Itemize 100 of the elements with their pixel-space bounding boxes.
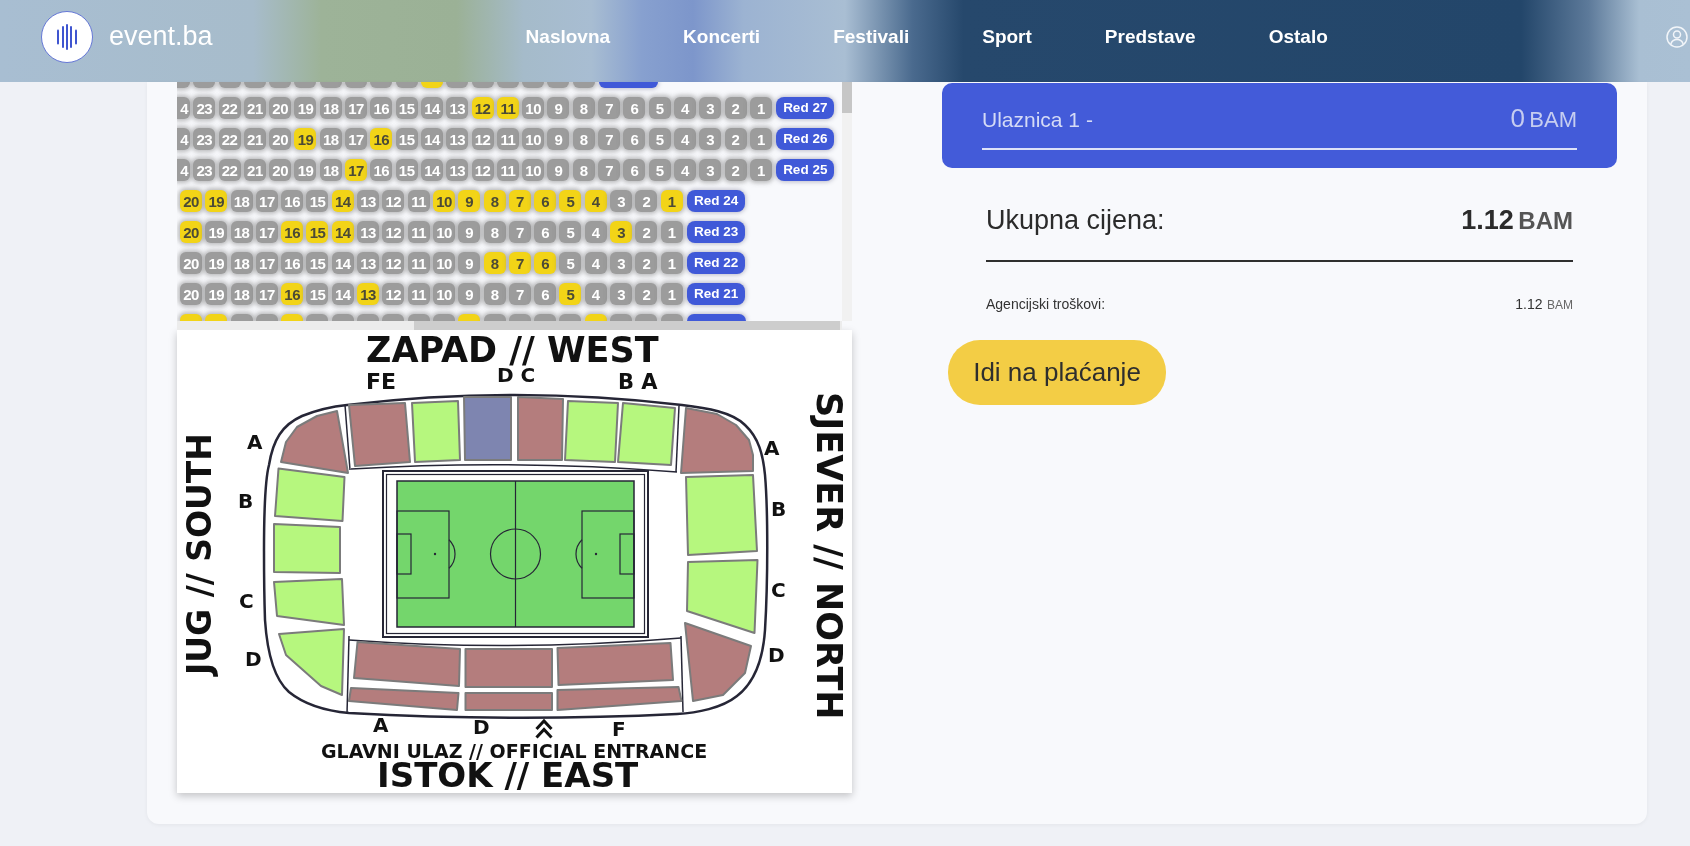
seat[interactable] (395, 82, 418, 88)
seat[interactable] (446, 82, 469, 88)
seat[interactable] (382, 314, 405, 321)
seat[interactable]: 17 (345, 128, 368, 150)
seat[interactable]: 16 (370, 128, 393, 150)
seat[interactable]: 9 (458, 190, 481, 212)
seat[interactable]: 10 (432, 190, 455, 212)
seat[interactable]: 4 (673, 159, 696, 181)
seat[interactable]: 13 (446, 159, 469, 181)
seat[interactable]: 13 (357, 252, 380, 274)
seat[interactable] (522, 82, 545, 88)
seat[interactable]: 12 (382, 252, 405, 274)
seat[interactable] (205, 314, 228, 321)
seat[interactable]: 6 (623, 128, 646, 150)
seat[interactable]: 10 (522, 159, 545, 181)
seat[interactable]: 11 (407, 283, 430, 305)
seat[interactable] (534, 314, 557, 321)
seat[interactable]: 18 (230, 283, 253, 305)
seat[interactable]: 16 (281, 190, 304, 212)
seat[interactable]: 21 (243, 128, 266, 150)
seat[interactable] (407, 314, 430, 321)
seat[interactable]: 7 (508, 190, 531, 212)
seat[interactable]: 5 (648, 97, 671, 119)
seat[interactable]: 6 (623, 97, 646, 119)
seat[interactable]: 18 (230, 221, 253, 243)
seat[interactable] (559, 314, 582, 321)
seat[interactable]: 5 (559, 221, 582, 243)
stand-section[interactable] (280, 410, 349, 474)
nav-link[interactable]: Sport (982, 26, 1032, 48)
seat[interactable]: 16 (281, 283, 304, 305)
seat[interactable] (180, 314, 202, 321)
seat[interactable]: 6 (534, 283, 557, 305)
seat[interactable]: 19 (205, 283, 228, 305)
seat[interactable]: 14 (331, 283, 354, 305)
seat[interactable] (345, 82, 368, 88)
seat[interactable] (458, 314, 481, 321)
seat[interactable] (357, 314, 380, 321)
seat[interactable]: 11 (496, 128, 519, 150)
pay-button[interactable]: Idi na plaćanje (948, 339, 1166, 405)
seat[interactable]: 4 (177, 97, 190, 119)
seat[interactable]: 18 (319, 97, 342, 119)
seat[interactable]: 20 (269, 97, 292, 119)
seat[interactable]: 8 (483, 283, 506, 305)
seat[interactable]: 5 (559, 252, 582, 274)
seat[interactable]: 7 (598, 128, 621, 150)
seat[interactable]: 5 (648, 128, 671, 150)
seat[interactable]: 1 (660, 190, 683, 212)
seat[interactable]: 11 (407, 190, 430, 212)
seat[interactable]: 14 (420, 97, 443, 119)
seat[interactable]: 20 (180, 252, 202, 274)
seat[interactable]: 3 (699, 128, 722, 150)
seat[interactable]: 9 (547, 128, 570, 150)
seat[interactable]: 11 (407, 252, 430, 274)
seat[interactable]: 2 (724, 128, 747, 150)
seat[interactable]: 22 (218, 159, 241, 181)
seat[interactable]: 1 (749, 159, 772, 181)
seat[interactable]: 14 (420, 128, 443, 150)
seat[interactable]: 9 (547, 159, 570, 181)
seat[interactable]: 3 (699, 159, 722, 181)
seat[interactable]: 17 (255, 252, 278, 274)
scrollbar-thumb[interactable] (414, 321, 840, 330)
seat[interactable]: 11 (496, 159, 519, 181)
seat[interactable]: 5 (648, 159, 671, 181)
seat[interactable] (281, 314, 304, 321)
seat[interactable]: 13 (446, 128, 469, 150)
seat[interactable]: 14 (331, 190, 354, 212)
seat[interactable]: 1 (660, 283, 683, 305)
seat[interactable]: 23 (193, 159, 216, 181)
seat[interactable]: 7 (508, 252, 531, 274)
seat[interactable]: 19 (294, 97, 317, 119)
seat[interactable]: 8 (572, 159, 595, 181)
seat[interactable]: 12 (382, 283, 405, 305)
seat[interactable]: 5 (559, 283, 582, 305)
seat[interactable] (243, 82, 266, 88)
seat[interactable]: 20 (180, 190, 202, 212)
vertical-scrollbar[interactable] (842, 82, 852, 321)
seat[interactable]: 2 (635, 190, 658, 212)
seat[interactable] (319, 82, 342, 88)
logo-icon[interactable] (41, 11, 93, 63)
seat[interactable]: 12 (471, 159, 494, 181)
seat[interactable] (306, 314, 329, 321)
seat[interactable] (269, 82, 292, 88)
horizontal-scrollbar[interactable] (177, 321, 842, 330)
brand-name[interactable]: event.ba (109, 22, 213, 52)
seat[interactable] (230, 314, 253, 321)
seat[interactable]: 6 (534, 221, 557, 243)
seat[interactable]: 19 (294, 159, 317, 181)
seat[interactable]: 4 (673, 97, 696, 119)
seat[interactable]: 4 (177, 159, 190, 181)
seat[interactable]: 16 (281, 252, 304, 274)
seat[interactable]: 15 (306, 190, 329, 212)
seat[interactable]: 4 (177, 128, 190, 150)
nav-link[interactable]: Koncerti (683, 26, 761, 48)
seat[interactable]: 17 (255, 283, 278, 305)
seat[interactable]: 21 (243, 97, 266, 119)
seat[interactable] (635, 314, 658, 321)
seat[interactable] (294, 82, 317, 88)
seat[interactable]: 2 (635, 283, 658, 305)
seat[interactable]: 6 (534, 252, 557, 274)
seat[interactable]: 13 (446, 97, 469, 119)
